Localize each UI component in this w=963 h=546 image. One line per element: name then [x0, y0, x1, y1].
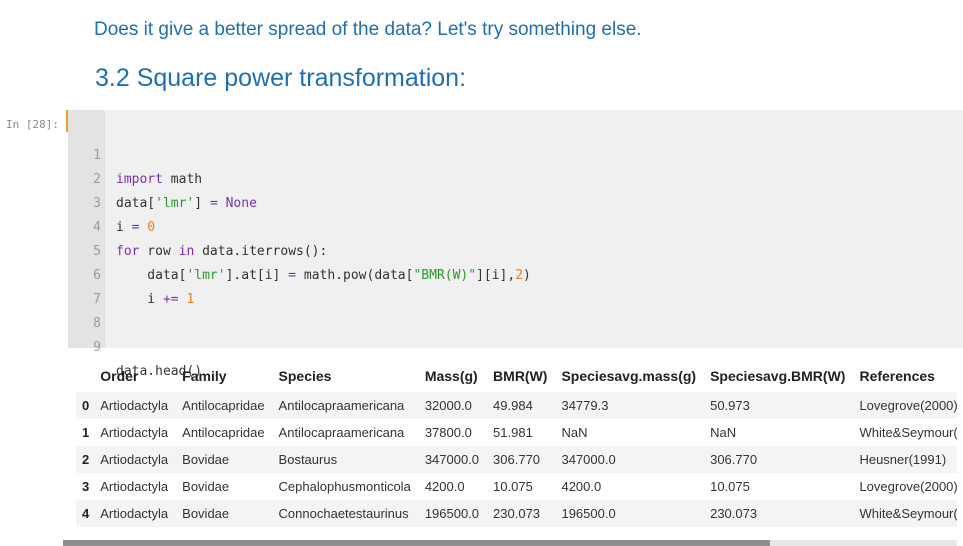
row-index: 4: [82, 506, 90, 521]
table-cell: Artiodactyla: [100, 425, 169, 440]
dataframe-table: Order Family Species Mass(g) BMR(W) Spec…: [76, 360, 957, 527]
table-cell: Artiodactyla: [100, 398, 169, 413]
table-cell: 196500.0: [424, 506, 480, 521]
table-cell: Lovegrove(2000): [859, 479, 957, 494]
table-cell: Artiodactyla: [100, 479, 169, 494]
table-row: 1 Artiodactyla Antilocapridae Antilocapr…: [76, 419, 957, 446]
table-cell: White&Seymour(2003): [859, 425, 957, 440]
table-cell: 347000.0: [424, 452, 480, 467]
table-cell: Bovidae: [182, 479, 230, 494]
table-header-row: Order Family Species Mass(g) BMR(W) Spec…: [76, 360, 957, 392]
column-header: Speciesavg.mass(g): [561, 368, 697, 384]
column-header: [76, 360, 93, 392]
table-cell: 306.770: [710, 452, 758, 467]
column-header: Speciesavg.BMR(W): [710, 368, 846, 384]
code-editor[interactable]: 1 import math 2 data['lmr'] = None 3 i =…: [68, 110, 963, 379]
table-cell: Cephalophusmonticola: [278, 479, 411, 494]
table-cell: 4200.0: [424, 479, 465, 494]
table-cell: 37800.0: [424, 425, 472, 440]
code-line: 8: [68, 288, 115, 331]
table-cell: 230.073: [493, 506, 541, 521]
table-cell: NaN: [710, 425, 737, 440]
column-header: References: [859, 368, 935, 384]
dataframe-output[interactable]: Order Family Species Mass(g) BMR(W) Spec…: [76, 360, 957, 528]
table-cell: Antilocapraamericana: [278, 425, 405, 440]
table-row: 2 Artiodactyla Bovidae Bostaurus 347000.…: [76, 446, 957, 473]
table-cell: Bovidae: [182, 506, 230, 521]
table-cell: 49.984: [493, 398, 533, 413]
code-line: 1 import math: [68, 120, 202, 187]
table-cell: 10.075: [710, 479, 750, 494]
table-row: 4 Artiodactyla Bovidae Connochaetestauri…: [76, 500, 957, 527]
table-cell: Connochaetestaurinus: [278, 506, 409, 521]
code-line: 5 data['lmr'].at[i] = math.pow(data["BMR…: [68, 216, 531, 283]
table-cell: 50.973: [710, 398, 750, 413]
code-line: 6 i += 1: [68, 240, 194, 307]
table-cell: Antilocapraamericana: [278, 398, 405, 413]
markdown-paragraph: Does it give a better spread of the data…: [94, 19, 642, 40]
cell-prompt: In [28]:: [6, 118, 59, 131]
code-line: 4 for row in data.iterrows():: [68, 192, 327, 259]
table-cell: 306.770: [493, 452, 541, 467]
table-cell: 230.073: [710, 506, 758, 521]
table-cell: Artiodactyla: [100, 506, 169, 521]
row-index: 3: [82, 479, 90, 494]
table-cell: Artiodactyla: [100, 452, 169, 467]
table-cell: 32000.0: [424, 398, 472, 413]
code-line: 2 data['lmr'] = None: [68, 144, 257, 211]
section-heading: 3.2 Square power transformation:: [95, 64, 467, 92]
table-cell: 347000.0: [561, 452, 616, 467]
table-cell: Heusner(1991): [859, 452, 947, 467]
table-cell: Antilocapridae: [182, 398, 265, 413]
table-cell: Antilocapridae: [182, 425, 265, 440]
code-cell[interactable]: In [28]: 1 import math 2 data['lmr'] = N…: [0, 110, 963, 379]
horizontal-scrollbar-thumb[interactable]: [63, 540, 770, 546]
column-header: Family: [182, 368, 227, 384]
column-header: Mass(g): [424, 368, 478, 384]
row-index: 2: [82, 452, 90, 467]
row-index: 1: [82, 425, 90, 440]
column-header: Species: [278, 368, 332, 384]
table-row: 0 Artiodactyla Antilocapridae Antilocapr…: [76, 392, 957, 419]
table-cell: 51.981: [493, 425, 533, 440]
column-header: Order: [100, 368, 139, 384]
code-line: 3 i = 0: [68, 168, 155, 235]
table-cell: Bostaurus: [278, 452, 338, 467]
column-header: BMR(W): [493, 368, 548, 384]
line-number: 9: [93, 340, 101, 355]
table-cell: White&Seymour(2003): [859, 506, 957, 521]
row-index: 0: [82, 398, 90, 413]
table-cell: Lovegrove(2000): [859, 398, 957, 413]
table-cell: NaN: [561, 425, 588, 440]
table-cell: 34779.3: [561, 398, 609, 413]
table-cell: 4200.0: [561, 479, 602, 494]
code-line: 9 data.head(): [68, 312, 202, 379]
table-row: 3 Artiodactyla Bovidae Cephalophusmontic…: [76, 473, 957, 500]
table-cell: Bovidae: [182, 452, 230, 467]
table-cell: 196500.0: [561, 506, 616, 521]
code-line: 7: [68, 264, 115, 307]
table-cell: 10.075: [493, 479, 533, 494]
